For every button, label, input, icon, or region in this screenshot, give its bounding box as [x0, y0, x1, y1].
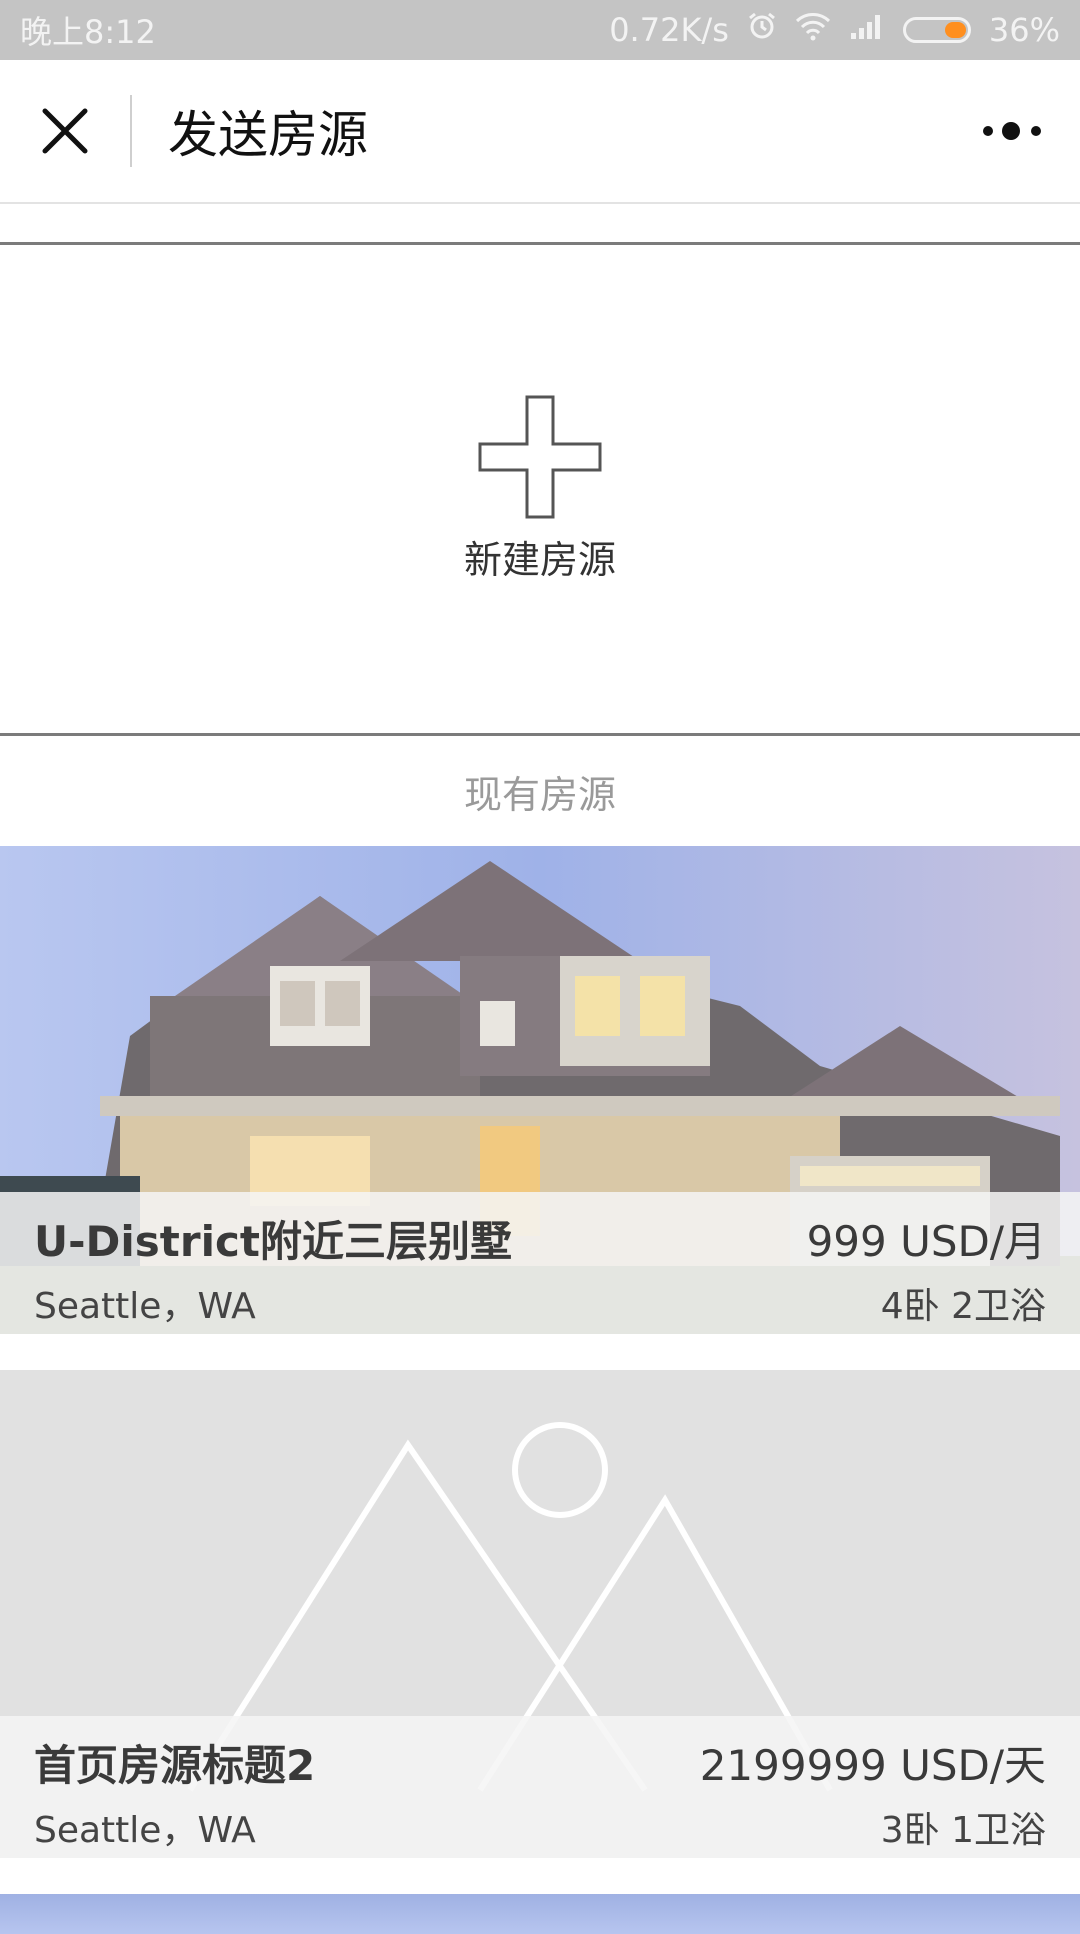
battery-icon — [902, 17, 971, 43]
plus-icon — [478, 395, 602, 518]
new-listing-button[interactable]: 新建房源 — [0, 245, 1080, 736]
listing-card[interactable]: 首页房源标题2 Seattle，WA 2199999 USD/天 3卧 1卫浴 — [0, 1370, 1080, 1858]
wifi-icon — [795, 11, 831, 49]
listing-info: U-District附近三层别墅 Seattle，WA 999 USD/月 4卧… — [0, 1192, 1080, 1334]
status-time: 晚上8:12 — [20, 13, 156, 51]
listing-price: 2199999 USD/天 — [699, 1741, 1046, 1790]
navigation-bar: 发送房源 — [0, 60, 1080, 204]
section-divider — [0, 204, 1080, 245]
nav-divider — [130, 95, 132, 167]
listing-location: Seattle，WA — [34, 1810, 256, 1851]
listing-title: U-District附近三层别墅 — [34, 1217, 512, 1266]
listing-price: 999 USD/月 — [806, 1217, 1046, 1266]
listing-rooms: 4卧 2卫浴 — [880, 1286, 1046, 1327]
listing-rooms: 3卧 1卫浴 — [880, 1810, 1046, 1851]
listing-info: 首页房源标题2 Seattle，WA 2199999 USD/天 3卧 1卫浴 — [0, 1716, 1080, 1858]
new-listing-label: 新建房源 — [463, 537, 616, 582]
more-button[interactable] — [980, 60, 1044, 202]
battery-fill — [944, 22, 966, 38]
more-icon — [983, 122, 1041, 140]
page-title: 发送房源 — [168, 106, 368, 164]
listing-card[interactable]: U-District附近三层别墅 Seattle，WA 999 USD/月 4卧… — [0, 846, 1080, 1334]
status-indicators: 0.72K/s 36% — [609, 11, 1060, 49]
close-button[interactable] — [0, 60, 130, 202]
status-bar: 晚上8:12 0.72K/s 36% — [0, 0, 1080, 60]
listing-card[interactable] — [0, 1894, 1080, 1934]
battery-percent: 36% — [988, 11, 1060, 49]
close-icon — [42, 108, 88, 154]
listing-title: 首页房源标题2 — [34, 1741, 316, 1790]
existing-listings-title: 现有房源 — [463, 772, 616, 817]
listing-location: Seattle，WA — [34, 1286, 256, 1327]
network-speed: 0.72K/s — [609, 11, 729, 49]
signal-icon — [849, 11, 885, 49]
alarm-icon — [747, 11, 777, 49]
